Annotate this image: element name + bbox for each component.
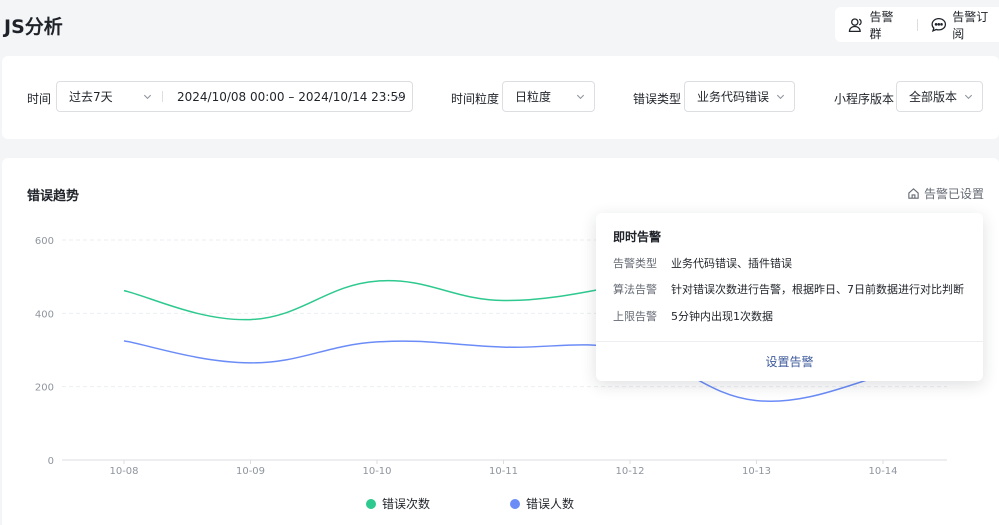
x-tick-label: 10-13: [742, 466, 771, 477]
chevron-down-icon: [394, 94, 403, 100]
popover-row-value: 业务代码错误、插件错误: [671, 257, 792, 270]
legend-label: 错误人数: [526, 497, 575, 511]
alert-popover: 即时告警 告警类型 业务代码错误、插件错误 算法告警 针对错误次数进行告警，根据…: [596, 213, 983, 381]
time-label: 时间: [27, 92, 52, 106]
chevron-down-icon: [776, 94, 785, 100]
x-tick-label: 10-08: [109, 466, 138, 477]
granularity-select[interactable]: 日粒度: [502, 81, 595, 112]
version-value: 全部版本: [909, 90, 958, 104]
user-group-icon: [848, 17, 862, 32]
top-actions-bar: 告警群 告警订阅: [835, 7, 999, 42]
popover-row-value: 5分钟内出现1次数据: [671, 310, 773, 323]
divider: [162, 91, 163, 102]
granularity-label: 时间粒度: [451, 92, 500, 106]
popover-row-key: 算法告警: [613, 283, 657, 296]
chevron-down-icon: [964, 94, 973, 100]
alert-group-label: 告警群: [869, 9, 894, 41]
alert-subscribe-label: 告警订阅: [952, 9, 989, 41]
date-range-value[interactable]: 2024/10/08 00:00 – 2024/10/14 23:59: [177, 90, 406, 104]
legend-dot: [366, 498, 376, 509]
popover-row: 告警类型 业务代码错误、插件错误: [613, 255, 792, 271]
popover-row: 上限告警 5分钟内出现1次数据: [613, 308, 773, 324]
chevron-down-icon: [576, 94, 585, 100]
version-label: 小程序版本: [834, 92, 895, 106]
app-title: JS分析: [4, 16, 63, 38]
popover-row-key: 告警类型: [613, 257, 657, 270]
time-range-select[interactable]: 过去7天 2024/10/08 00:00 – 2024/10/14 23:59: [56, 81, 413, 112]
y-tick-label: 0: [48, 456, 54, 467]
chat-bubble-icon: [931, 17, 946, 32]
popover-title: 即时告警: [613, 230, 662, 244]
filter-panel: 时间 过去7天 2024/10/08 00:00 – 2024/10/14 23…: [2, 56, 999, 139]
popover-row-key: 上限告警: [613, 310, 657, 323]
legend-item-error-count[interactable]: 错误次数: [366, 495, 430, 512]
error-type-value: 业务代码错误: [697, 90, 770, 104]
legend-dot: [510, 498, 520, 509]
legend-label: 错误次数: [382, 497, 431, 511]
x-tick-label: 10-09: [236, 466, 265, 477]
set-alert-button[interactable]: 设置告警: [596, 342, 983, 381]
version-select[interactable]: 全部版本: [896, 81, 983, 112]
time-range-value: 过去7天: [69, 90, 113, 104]
alert-group-button[interactable]: 告警群: [835, 7, 905, 42]
error-type-label: 错误类型: [633, 92, 682, 106]
alert-subscribe-button[interactable]: 告警订阅: [918, 7, 999, 42]
chevron-down-icon: [143, 94, 152, 100]
popover-row: 算法告警 针对错误次数进行告警，根据昨日、7日前数据进行对比判断: [613, 281, 964, 297]
error-type-select[interactable]: 业务代码错误: [684, 81, 795, 112]
y-tick-label: 400: [35, 309, 54, 320]
y-tick-label: 600: [35, 236, 54, 247]
x-tick-label: 10-10: [362, 466, 391, 477]
x-tick-label: 10-12: [615, 466, 644, 477]
legend-item-error-users[interactable]: 错误人数: [510, 495, 574, 512]
popover-row-value: 针对错误次数进行告警，根据昨日、7日前数据进行对比判断: [671, 283, 964, 296]
x-tick-label: 10-11: [489, 466, 518, 477]
y-tick-label: 200: [35, 383, 54, 394]
x-tick-label: 10-14: [868, 466, 897, 477]
granularity-value: 日粒度: [515, 90, 552, 104]
